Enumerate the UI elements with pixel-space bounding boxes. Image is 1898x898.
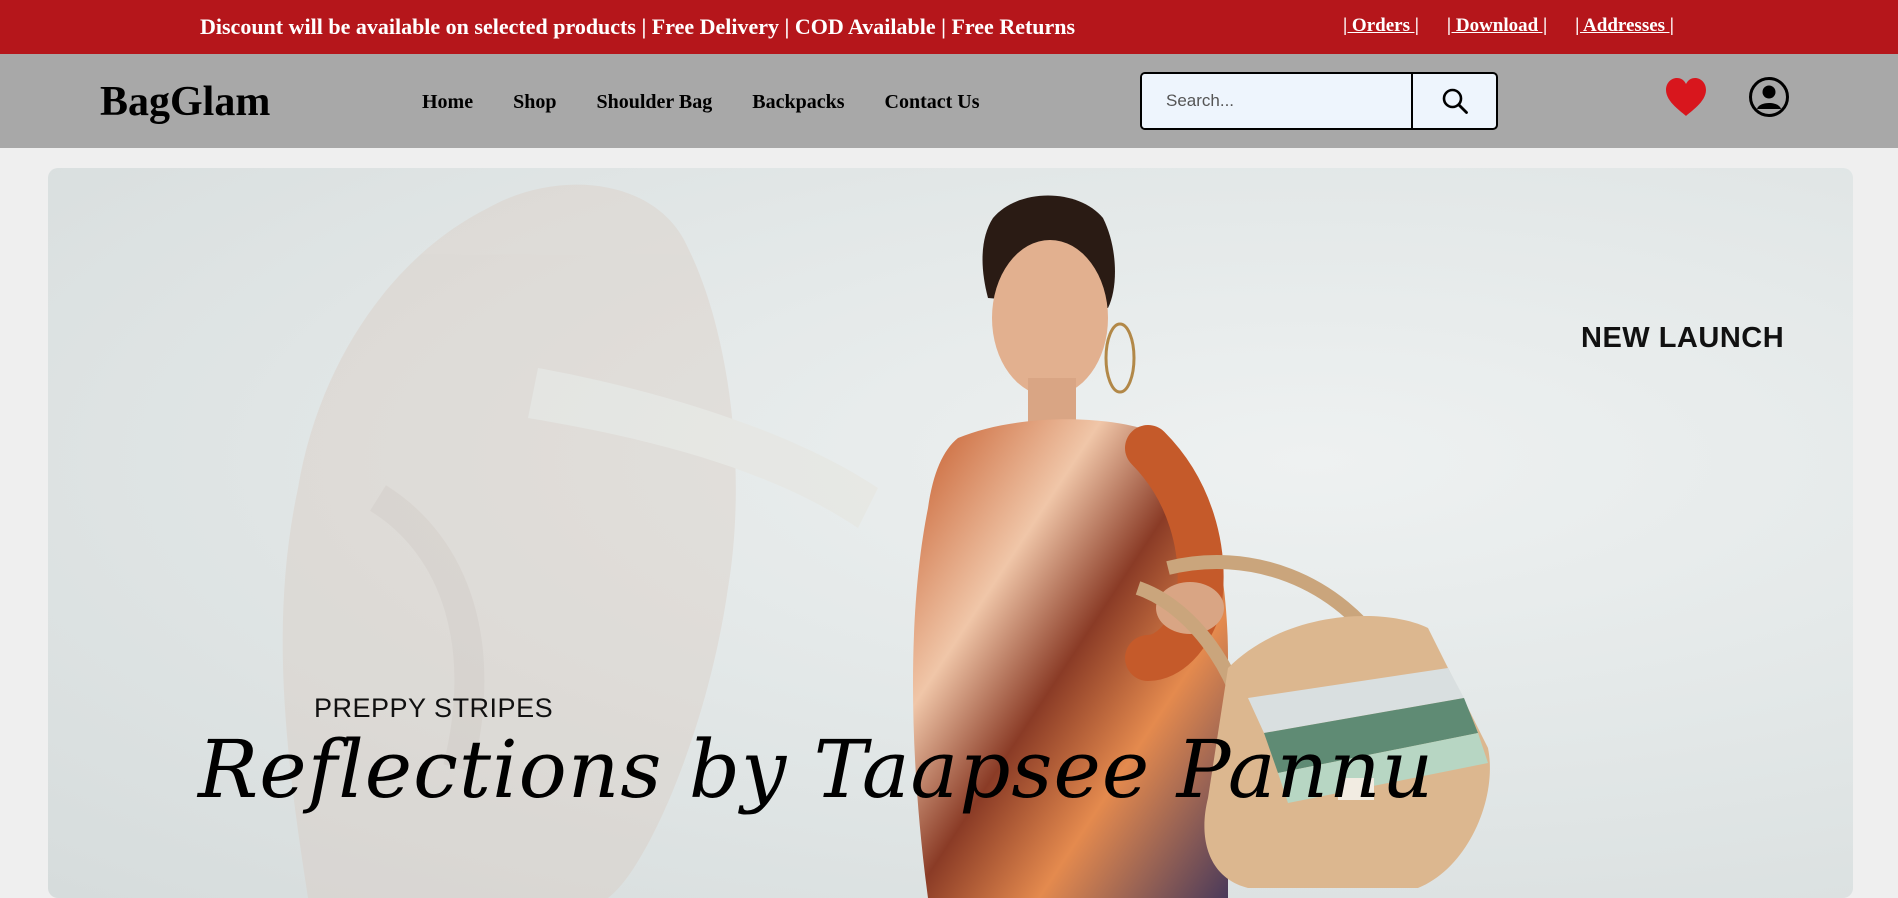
search-box bbox=[1140, 72, 1498, 130]
download-link[interactable]: | Download | bbox=[1447, 15, 1547, 37]
nav-shoulder-bag[interactable]: Shoulder Bag bbox=[596, 91, 712, 114]
heart-icon[interactable] bbox=[1664, 76, 1708, 118]
main-nav: Home Shop Shoulder Bag Backpacks Contact… bbox=[422, 91, 980, 114]
site-header: BagGlam Home Shop Shoulder Bag Backpacks… bbox=[0, 54, 1898, 148]
nav-backpacks[interactable]: Backpacks bbox=[752, 91, 844, 114]
promo-bar: Discount will be available on selected p… bbox=[0, 0, 1898, 54]
hero-script-title: Reflections by Taapsee Pannu bbox=[198, 723, 1435, 816]
brand-logo[interactable]: BagGlam bbox=[100, 78, 270, 126]
account-links: | Orders | | Download | | Addresses | bbox=[1343, 15, 1674, 37]
hero-eyebrow: PREPPY STRIPES bbox=[314, 693, 554, 723]
search-button[interactable] bbox=[1411, 74, 1496, 128]
new-launch-badge: NEW LAUNCH bbox=[1581, 322, 1785, 354]
nav-contact-us[interactable]: Contact Us bbox=[885, 91, 980, 114]
search-input[interactable] bbox=[1142, 74, 1411, 128]
search-icon bbox=[1442, 88, 1468, 114]
addresses-link[interactable]: | Addresses | bbox=[1575, 15, 1674, 37]
nav-shop[interactable]: Shop bbox=[513, 91, 556, 114]
user-icon[interactable] bbox=[1748, 76, 1790, 118]
nav-home[interactable]: Home bbox=[422, 91, 473, 114]
promo-text: Discount will be available on selected p… bbox=[200, 14, 1076, 39]
orders-link[interactable]: | Orders | bbox=[1343, 15, 1419, 37]
hero-banner[interactable]: NEW LAUNCH PREPPY STRIPES Reflections by… bbox=[48, 168, 1853, 898]
